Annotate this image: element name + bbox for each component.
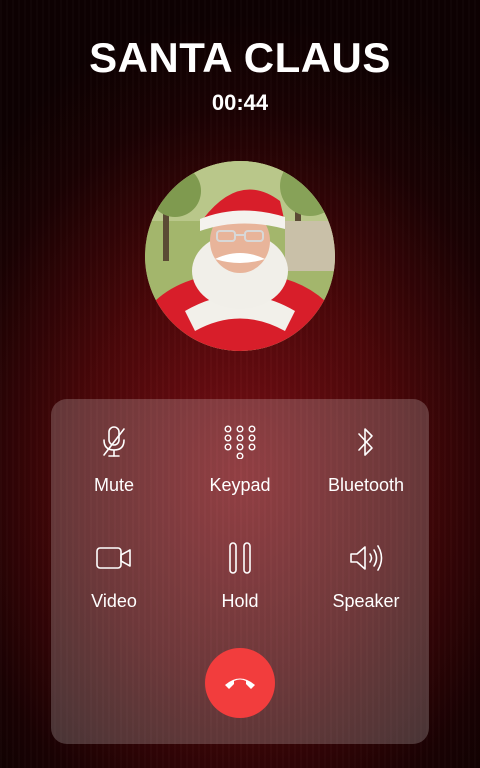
- speaker-button[interactable]: Speaker: [303, 539, 429, 635]
- speaker-label: Speaker: [332, 591, 400, 611]
- pause-icon: [228, 541, 252, 575]
- speaker-icon: [348, 541, 384, 575]
- bluetooth-icon: [356, 425, 376, 459]
- mute-label: Mute: [93, 475, 135, 495]
- microphone-off-icon: [101, 425, 127, 459]
- keypad-button[interactable]: Keypad: [177, 423, 303, 519]
- call-controls-panel: Mute Keypad Bluetooth Video Hold Speaker: [51, 399, 429, 744]
- bluetooth-button[interactable]: Bluetooth: [303, 423, 429, 519]
- santa-claus-photo: [145, 161, 335, 351]
- keypad-label: Keypad: [209, 475, 271, 495]
- video-label: Video: [91, 591, 137, 611]
- video-camera-icon: [95, 541, 133, 575]
- bluetooth-label: Bluetooth: [327, 475, 405, 495]
- caller-name: SANTA CLAUS: [89, 34, 391, 81]
- call-timer: 00:44: [211, 90, 269, 115]
- caller-avatar: [145, 161, 335, 351]
- hold-button[interactable]: Hold: [177, 539, 303, 635]
- video-button[interactable]: Video: [51, 539, 177, 635]
- keypad-icon: [223, 425, 257, 459]
- mute-button[interactable]: Mute: [51, 423, 177, 519]
- end-call-button[interactable]: [205, 648, 275, 718]
- phone-hangup-icon: [225, 678, 255, 689]
- hold-label: Hold: [221, 591, 259, 611]
